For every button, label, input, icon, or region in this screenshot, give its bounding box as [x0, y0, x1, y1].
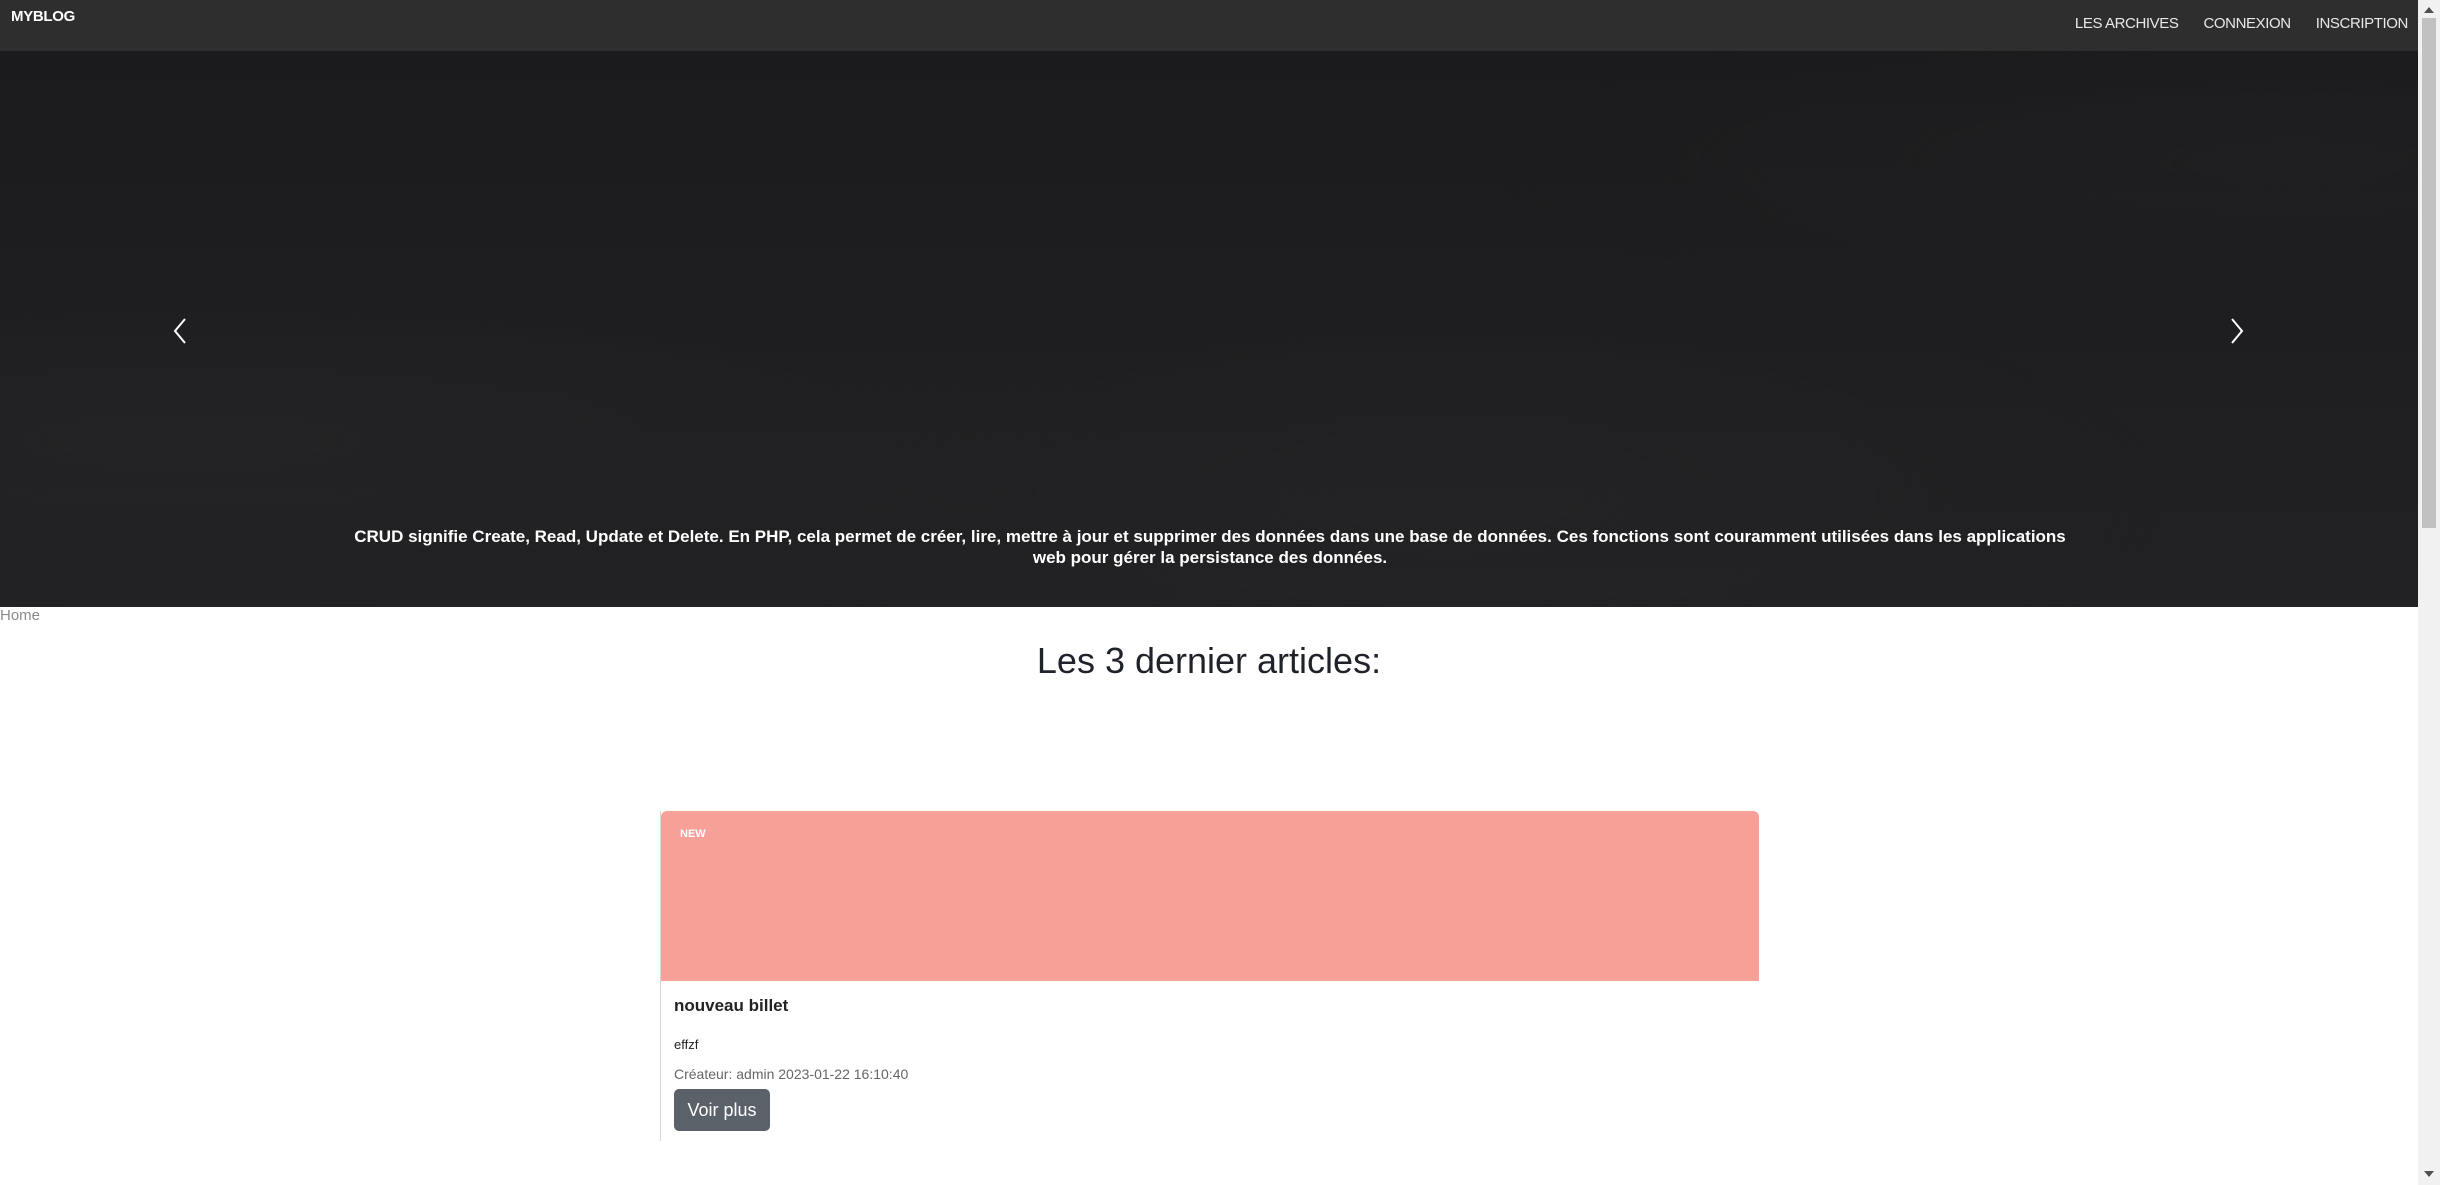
- article-card: NEW nouveau billet effzf Créateur: admin…: [660, 811, 1759, 1141]
- article-card-image: NEW: [661, 811, 1759, 981]
- chevron-left-icon: [173, 318, 186, 344]
- scrollbar-thumb[interactable]: [2422, 18, 2436, 528]
- section-title: Les 3 dernier articles:: [1036, 640, 1382, 681]
- vertical-scrollbar[interactable]: [2418, 0, 2440, 1185]
- carousel-caption: CRUD signifie Create, Read, Update et De…: [354, 527, 2066, 567]
- scroll-up-arrow-icon[interactable]: [2424, 7, 2434, 13]
- scroll-down-arrow-icon[interactable]: [2424, 1171, 2434, 1177]
- carousel-next-button[interactable]: [2217, 311, 2257, 351]
- read-more-button[interactable]: Voir plus: [674, 1089, 770, 1131]
- chevron-right-icon: [2231, 318, 2244, 344]
- nav-link-inscription[interactable]: INSCRIPTION: [2316, 15, 2409, 32]
- article-excerpt: effzf: [674, 1037, 699, 1052]
- brand-logo[interactable]: MYBLOG: [11, 8, 75, 25]
- hero-background-image: [0, 51, 2418, 607]
- page: MYBLOG LES ARCHIVES CONNEXION INSCRIPTIO…: [0, 0, 2440, 1185]
- nav-links: LES ARCHIVES CONNEXION INSCRIPTION: [2050, 15, 2409, 32]
- new-badge: NEW: [680, 828, 706, 840]
- breadcrumb[interactable]: Home: [0, 607, 40, 624]
- nav-link-archives[interactable]: LES ARCHIVES: [2075, 15, 2179, 32]
- nav-link-connexion[interactable]: CONNEXION: [2203, 15, 2291, 32]
- carousel-prev-button[interactable]: [160, 311, 200, 351]
- article-meta: Créateur: admin 2023-01-22 16:10:40: [674, 1066, 909, 1082]
- hero-carousel: CRUD signifie Create, Read, Update et De…: [0, 51, 2418, 607]
- article-title: nouveau billet: [674, 996, 789, 1015]
- navbar: MYBLOG LES ARCHIVES CONNEXION INSCRIPTIO…: [0, 0, 2418, 51]
